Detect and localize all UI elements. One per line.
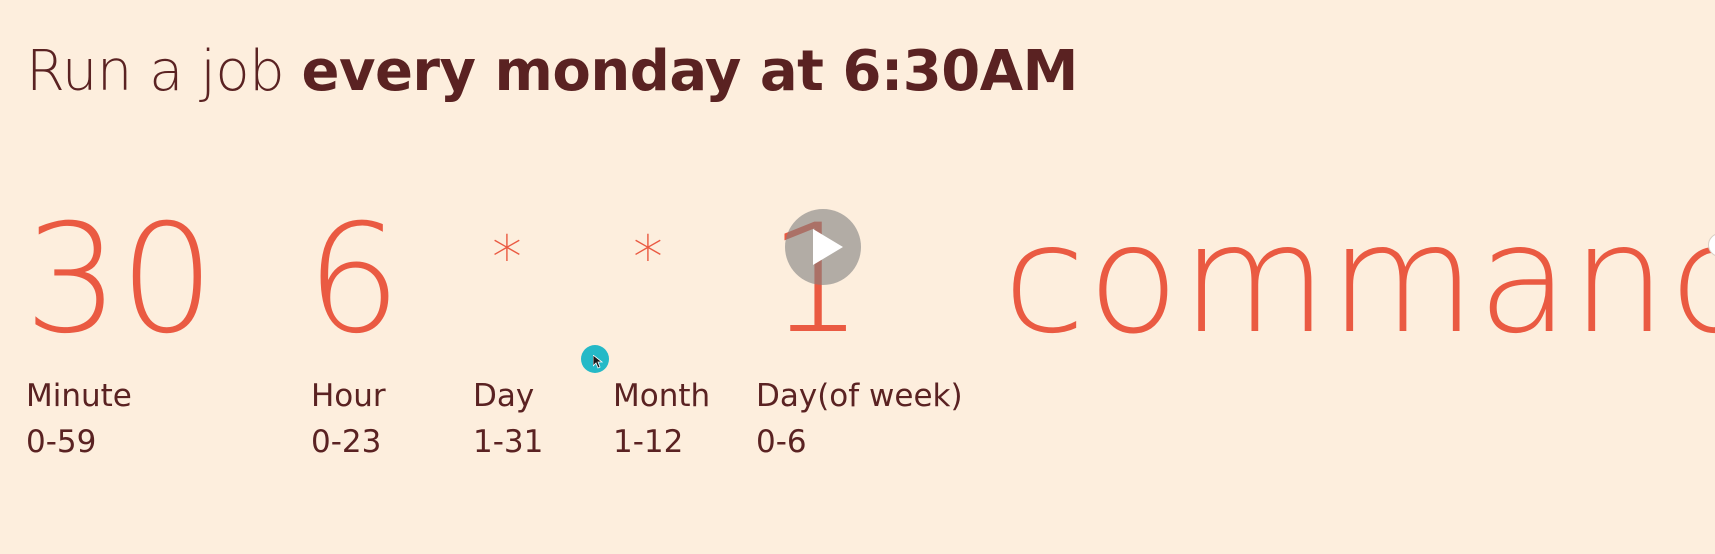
cron-hour-value: 6: [306, 193, 402, 367]
title-prefix: Run a job: [26, 39, 302, 104]
hour-label: Hour: [311, 378, 386, 414]
day-label: Day: [473, 378, 535, 414]
month-range: 1-12: [613, 424, 684, 460]
hour-range: 0-23: [311, 424, 382, 460]
cursor-highlight: [581, 345, 609, 373]
play-icon: [813, 229, 843, 265]
cron-month-value: *: [633, 223, 663, 293]
cron-minute-value: 30: [24, 193, 215, 367]
weekday-range: 0-6: [756, 424, 807, 460]
cron-day-value: *: [492, 223, 522, 293]
day-range: 1-31: [473, 424, 544, 460]
play-button[interactable]: [785, 209, 861, 285]
minute-label: Minute: [26, 378, 132, 414]
month-label: Month: [613, 378, 711, 414]
cron-command: command: [1003, 193, 1715, 367]
pointer-cursor-icon: [593, 355, 603, 369]
slide-title: Run a job every monday at 6:30AM: [26, 39, 1078, 104]
weekday-label: Day(of week): [756, 378, 963, 414]
minute-range: 0-59: [26, 424, 97, 460]
title-emphasis: every monday at 6:30AM: [301, 39, 1078, 104]
